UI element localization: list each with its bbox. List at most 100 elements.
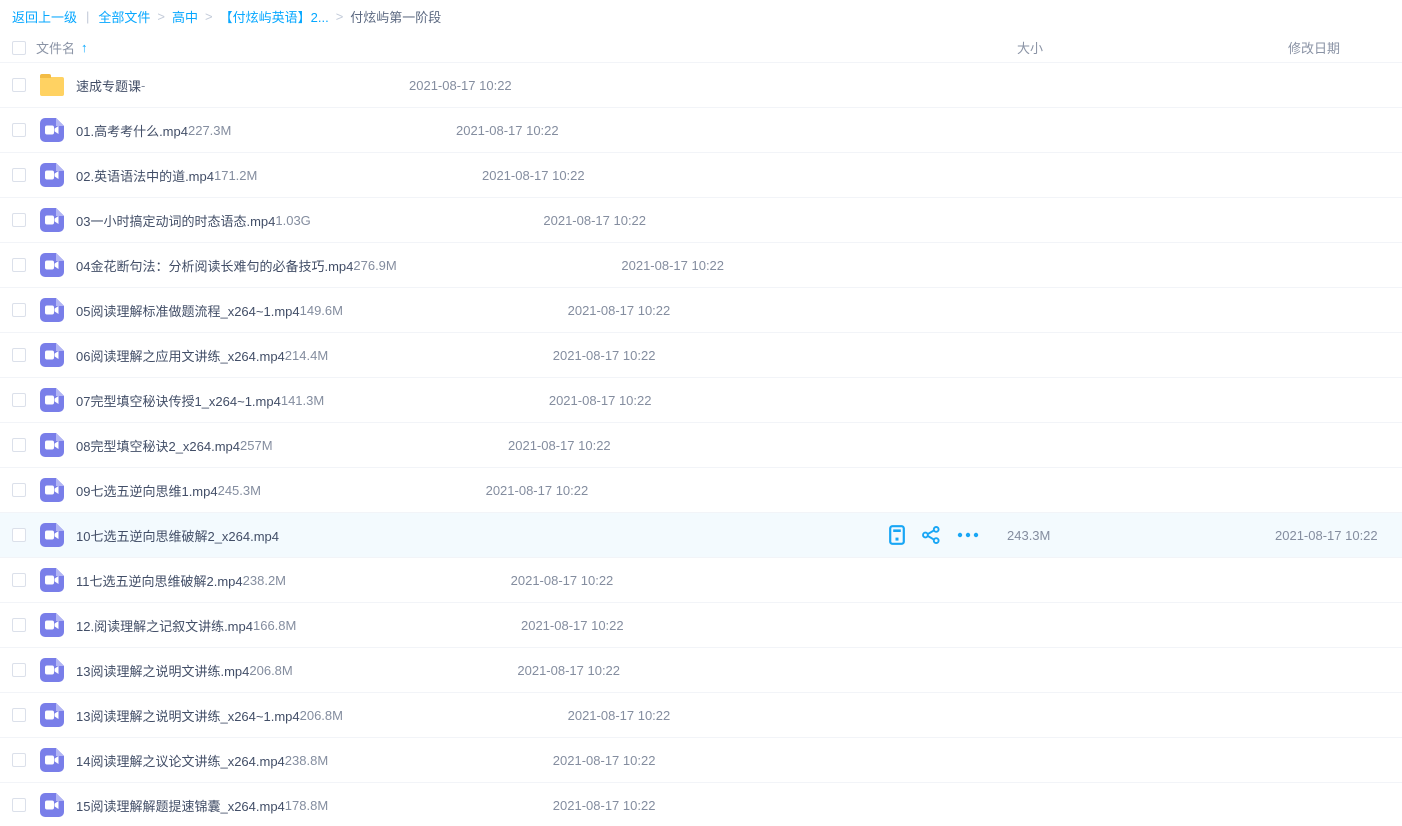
table-row[interactable]: 12.阅读理解之记叙文讲练.mp4 166.8M 2021-08-17 10:2… bbox=[0, 603, 1402, 648]
file-name[interactable]: 05阅读理解标准做题流程_x264~1.mp4 bbox=[76, 301, 300, 320]
row-checkbox[interactable] bbox=[12, 123, 26, 137]
table-row[interactable]: 02.英语语法中的道.mp4 171.2M 2021-08-17 10:22 bbox=[0, 153, 1402, 198]
more-actions-button[interactable] bbox=[957, 532, 979, 538]
breadcrumb-pipe-separator: | bbox=[86, 9, 89, 24]
file-name[interactable]: 12.阅读理解之记叙文讲练.mp4 bbox=[76, 616, 253, 635]
file-size: 149.6M bbox=[300, 303, 568, 318]
breadcrumb-chevron: > bbox=[336, 9, 344, 24]
table-row[interactable]: 15阅读理解解题提速锦囊_x264.mp4 178.8M 2021-08-17 … bbox=[0, 783, 1402, 826]
table-row[interactable]: 13阅读理解之说明文讲练_x264~1.mp4 206.8M 2021-08-1… bbox=[0, 693, 1402, 738]
table-row[interactable]: 11七选五逆向思维破解2.mp4 238.2M 2021-08-17 10:22 bbox=[0, 558, 1402, 603]
file-size: 238.2M bbox=[243, 573, 511, 588]
column-header-date[interactable]: 修改日期 bbox=[1275, 38, 1402, 57]
file-date: 2021-08-17 10:22 bbox=[508, 438, 635, 453]
breadcrumb-gaozhong[interactable]: 高中 bbox=[172, 7, 198, 26]
file-date: 2021-08-17 10:22 bbox=[553, 348, 680, 363]
column-header-filename[interactable]: 文件名 bbox=[36, 38, 75, 57]
row-checkbox[interactable] bbox=[12, 663, 26, 677]
table-row[interactable]: 04金花断句法：分析阅读长难句的必备技巧.mp4 276.9M 2021-08-… bbox=[0, 243, 1402, 288]
file-size: 206.8M bbox=[300, 708, 568, 723]
file-name[interactable]: 02.英语语法中的道.mp4 bbox=[76, 166, 214, 185]
table-row[interactable]: 03一小时搞定动词的时态语态.mp4 1.03G 2021-08-17 10:2… bbox=[0, 198, 1402, 243]
file-date: 2021-08-17 10:22 bbox=[409, 78, 536, 93]
table-row[interactable]: 07完型填空秘诀传授1_x264~1.mp4 141.3M 2021-08-17… bbox=[0, 378, 1402, 423]
table-row[interactable]: 速成专题课 - 2021-08-17 10:22 bbox=[0, 63, 1402, 108]
row-checkbox[interactable] bbox=[12, 573, 26, 587]
back-link[interactable]: 返回上一级 bbox=[12, 7, 77, 26]
file-name[interactable]: 13阅读理解之说明文讲练.mp4 bbox=[76, 661, 249, 680]
table-row[interactable]: 01.高考考什么.mp4 227.3M 2021-08-17 10:22 bbox=[0, 108, 1402, 153]
file-size: 257M bbox=[240, 438, 508, 453]
file-size: 178.8M bbox=[285, 798, 553, 813]
file-size: 1.03G bbox=[275, 213, 543, 228]
file-name[interactable]: 11七选五逆向思维破解2.mp4 bbox=[76, 571, 243, 590]
file-size: 227.3M bbox=[188, 123, 456, 138]
file-size: 243.3M bbox=[1007, 528, 1275, 543]
file-name[interactable]: 速成专题课 bbox=[76, 76, 141, 95]
file-date: 2021-08-17 10:22 bbox=[568, 708, 695, 723]
row-checkbox[interactable] bbox=[12, 168, 26, 182]
video-file-icon bbox=[40, 298, 64, 322]
row-checkbox[interactable] bbox=[12, 618, 26, 632]
file-name[interactable]: 08完型填空秘诀2_x264.mp4 bbox=[76, 436, 240, 455]
table-row[interactable]: 13阅读理解之说明文讲练.mp4 206.8M 2021-08-17 10:22 bbox=[0, 648, 1402, 693]
row-checkbox[interactable] bbox=[12, 258, 26, 272]
breadcrumb-course-folder[interactable]: 【付炫屿英语】2... bbox=[220, 7, 329, 26]
video-file-icon bbox=[40, 388, 64, 412]
video-file-icon bbox=[40, 703, 64, 727]
file-name[interactable]: 13阅读理解之说明文讲练_x264~1.mp4 bbox=[76, 706, 300, 725]
file-name[interactable]: 15阅读理解解题提速锦囊_x264.mp4 bbox=[76, 796, 285, 815]
file-size: 141.3M bbox=[281, 393, 549, 408]
row-checkbox[interactable] bbox=[12, 528, 26, 542]
video-file-icon bbox=[40, 478, 64, 502]
breadcrumb-chevron: > bbox=[157, 9, 165, 24]
video-file-icon bbox=[40, 118, 64, 142]
share-icon bbox=[922, 526, 940, 544]
table-row[interactable]: 14阅读理解之议论文讲练_x264.mp4 238.8M 2021-08-17 … bbox=[0, 738, 1402, 783]
table-row[interactable]: 09七选五逆向思维1.mp4 245.3M 2021-08-17 10:22 bbox=[0, 468, 1402, 513]
file-name[interactable]: 01.高考考什么.mp4 bbox=[76, 121, 188, 140]
save-to-device-button[interactable] bbox=[889, 525, 905, 545]
file-name[interactable]: 04金花断句法：分析阅读长难句的必备技巧.mp4 bbox=[76, 256, 353, 275]
row-checkbox[interactable] bbox=[12, 753, 26, 767]
file-date: 2021-08-17 10:22 bbox=[486, 483, 613, 498]
video-file-icon bbox=[40, 343, 64, 367]
file-name[interactable]: 07完型填空秘诀传授1_x264~1.mp4 bbox=[76, 391, 281, 410]
row-checkbox[interactable] bbox=[12, 348, 26, 362]
video-file-icon bbox=[40, 163, 64, 187]
table-row[interactable]: 10七选五逆向思维破解2_x264.mp4 bbox=[0, 513, 1402, 558]
file-name[interactable]: 03一小时搞定动词的时态语态.mp4 bbox=[76, 211, 275, 230]
file-size: 171.2M bbox=[214, 168, 482, 183]
file-size: 276.9M bbox=[353, 258, 621, 273]
row-checkbox[interactable] bbox=[12, 213, 26, 227]
file-name[interactable]: 14阅读理解之议论文讲练_x264.mp4 bbox=[76, 751, 285, 770]
table-row[interactable]: 06阅读理解之应用文讲练_x264.mp4 214.4M 2021-08-17 … bbox=[0, 333, 1402, 378]
breadcrumb-all-files[interactable]: 全部文件 bbox=[98, 7, 150, 26]
file-size: 245.3M bbox=[218, 483, 486, 498]
row-checkbox[interactable] bbox=[12, 798, 26, 812]
file-date: 2021-08-17 10:22 bbox=[549, 393, 676, 408]
sort-ascending-icon[interactable]: ↑ bbox=[81, 40, 88, 55]
file-name[interactable]: 09七选五逆向思维1.mp4 bbox=[76, 481, 218, 500]
row-checkbox[interactable] bbox=[12, 393, 26, 407]
share-button[interactable] bbox=[922, 526, 940, 544]
table-row[interactable]: 05阅读理解标准做题流程_x264~1.mp4 149.6M 2021-08-1… bbox=[0, 288, 1402, 333]
row-checkbox[interactable] bbox=[12, 708, 26, 722]
row-checkbox[interactable] bbox=[12, 78, 26, 92]
row-checkbox[interactable] bbox=[12, 483, 26, 497]
video-file-icon bbox=[40, 253, 64, 277]
file-date: 2021-08-17 10:22 bbox=[521, 618, 648, 633]
row-checkbox[interactable] bbox=[12, 438, 26, 452]
video-file-icon bbox=[40, 748, 64, 772]
video-file-icon bbox=[40, 658, 64, 682]
file-date: 2021-08-17 10:22 bbox=[568, 303, 695, 318]
select-all-checkbox[interactable] bbox=[12, 41, 26, 55]
column-header-size[interactable]: 大小 bbox=[1007, 38, 1275, 57]
file-name[interactable]: 06阅读理解之应用文讲练_x264.mp4 bbox=[76, 346, 285, 365]
video-file-icon bbox=[40, 793, 64, 817]
device-icon bbox=[889, 525, 905, 545]
row-checkbox[interactable] bbox=[12, 303, 26, 317]
file-name[interactable]: 10七选五逆向思维破解2_x264.mp4 bbox=[76, 526, 279, 545]
table-row[interactable]: 08完型填空秘诀2_x264.mp4 257M 2021-08-17 10:22 bbox=[0, 423, 1402, 468]
ellipsis-icon bbox=[957, 532, 979, 538]
